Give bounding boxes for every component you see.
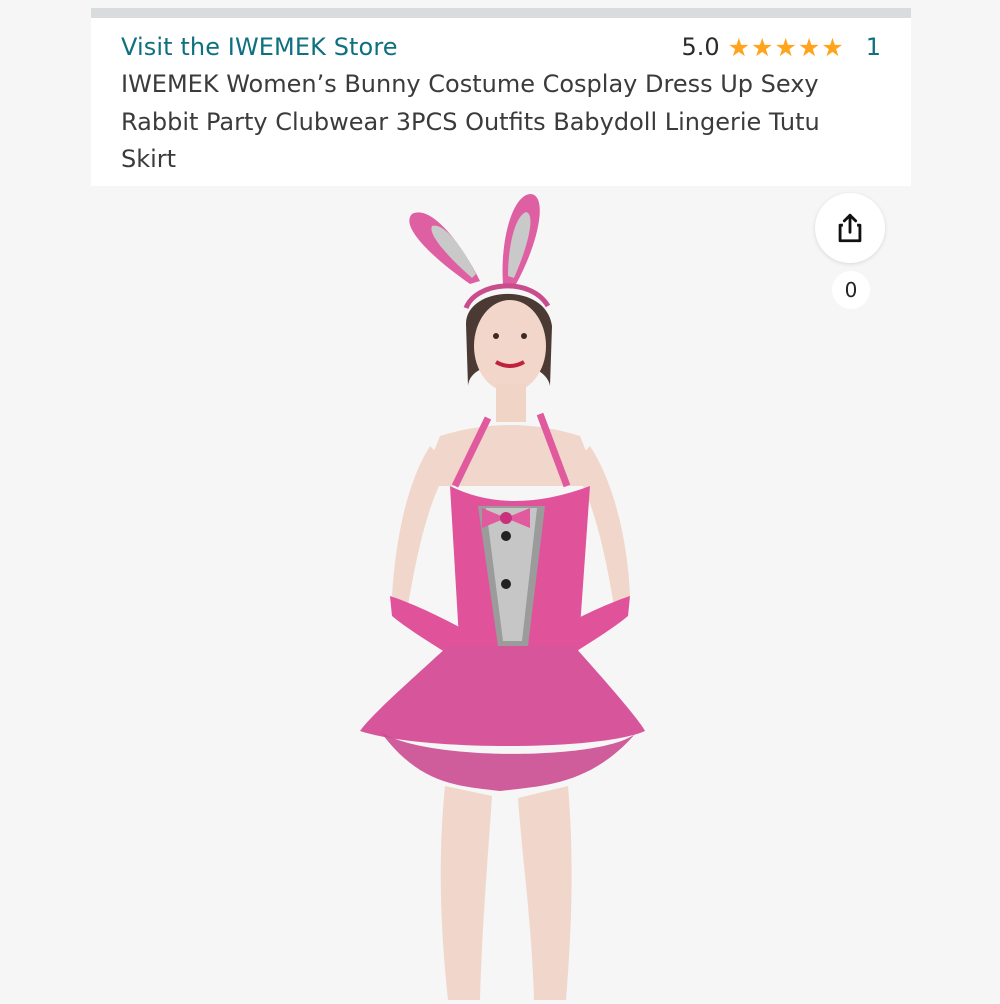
store-rating-row: Visit the IWEMEK Store 5.0 ★ ★ ★ ★ ★ 1 — [121, 30, 881, 64]
star-rating: ★ ★ ★ ★ ★ — [728, 35, 844, 60]
star-icon: ★ — [821, 32, 844, 62]
star-icon: ★ — [774, 32, 797, 62]
product-header: Visit the IWEMEK Store 5.0 ★ ★ ★ ★ ★ 1 I… — [91, 18, 911, 186]
store-link[interactable]: Visit the IWEMEK Store — [121, 33, 398, 61]
star-icon: ★ — [727, 32, 751, 62]
product-title: IWEMEK Women’s Bunny Costume Cosplay Dre… — [121, 70, 820, 173]
bunny-ears — [409, 194, 551, 310]
star-icon: ★ — [751, 32, 774, 62]
top-divider — [91, 8, 911, 18]
share-icon — [838, 213, 862, 243]
share-button[interactable] — [815, 193, 885, 263]
star-icon: ★ — [797, 32, 821, 62]
share-count-badge: 0 — [832, 271, 870, 309]
rating-summary[interactable]: 5.0 ★ ★ ★ ★ ★ 1 — [681, 33, 881, 61]
rating-count[interactable]: 1 — [866, 33, 881, 61]
rating-value: 5.0 — [681, 33, 720, 61]
